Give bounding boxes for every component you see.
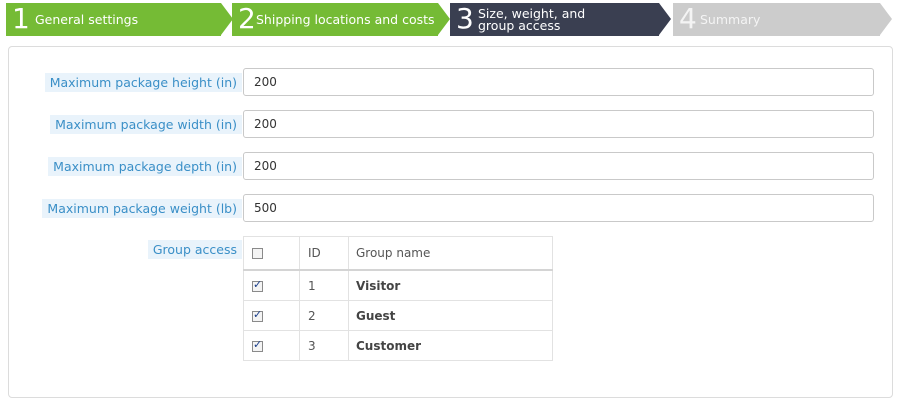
group-name: Customer bbox=[348, 330, 553, 361]
table-row: 2 Guest bbox=[243, 300, 553, 331]
select-all-cell bbox=[243, 236, 300, 271]
group-name: Visitor bbox=[348, 269, 553, 301]
step-number: 4 bbox=[679, 2, 697, 35]
row-checkbox-cell bbox=[243, 300, 300, 331]
row-checkbox[interactable] bbox=[252, 278, 263, 292]
group-id: 1 bbox=[299, 269, 349, 301]
row-checkbox[interactable] bbox=[252, 308, 263, 322]
wizard-steps: 1 General settings 2 Shipping locations … bbox=[6, 2, 896, 36]
form-row-weight: Maximum package weight (lb) 500 bbox=[9, 194, 894, 222]
field-label: Maximum package width (in) bbox=[50, 115, 242, 134]
group-id: 3 bbox=[299, 330, 349, 361]
max-depth-input[interactable]: 200 bbox=[243, 152, 874, 180]
group-access-label: Group access bbox=[147, 240, 242, 259]
wizard-step-4[interactable]: 4 Summary bbox=[673, 2, 880, 36]
wizard-step-3[interactable]: 3 Size, weight, and group access bbox=[450, 2, 659, 36]
select-all-checkbox[interactable] bbox=[252, 248, 263, 259]
step-arrow bbox=[659, 3, 671, 35]
step-label: Size, weight, and group access bbox=[478, 5, 586, 33]
group-name: Guest bbox=[348, 300, 553, 331]
step-number: 2 bbox=[238, 2, 256, 35]
step-number: 3 bbox=[456, 2, 474, 35]
column-header-id[interactable]: ID bbox=[299, 236, 349, 271]
field-label: Maximum package weight (lb) bbox=[42, 199, 242, 218]
form-row-width: Maximum package width (in) 200 bbox=[9, 110, 894, 138]
table-header-row: ID Group name bbox=[243, 236, 553, 271]
max-weight-input[interactable]: 500 bbox=[243, 194, 874, 222]
max-width-input[interactable]: 200 bbox=[243, 110, 874, 138]
field-label: Maximum package height (in) bbox=[44, 73, 242, 92]
table-row: 3 Customer bbox=[243, 330, 553, 361]
row-checkbox-cell bbox=[243, 330, 300, 361]
column-header-group-name[interactable]: Group name bbox=[348, 236, 553, 271]
step-label: Summary bbox=[700, 11, 761, 27]
wizard-step-1[interactable]: 1 General settings bbox=[6, 2, 221, 36]
row-checkbox[interactable] bbox=[252, 338, 263, 352]
form-row-height: Maximum package height (in) 200 bbox=[9, 68, 894, 96]
group-id: 2 bbox=[299, 300, 349, 331]
step-label: Shipping locations and costs bbox=[256, 11, 435, 27]
max-height-input[interactable]: 200 bbox=[243, 68, 874, 96]
step-arrow bbox=[438, 3, 450, 35]
step-arrow bbox=[880, 3, 892, 35]
form-row-depth: Maximum package depth (in) 200 bbox=[9, 152, 894, 180]
row-checkbox-cell bbox=[243, 269, 300, 301]
step-number: 1 bbox=[12, 2, 30, 35]
field-label: Maximum package depth (in) bbox=[48, 157, 242, 176]
group-access-table: ID Group name 1 Visitor 2 Guest 3 Custom… bbox=[243, 236, 553, 361]
wizard-step-2[interactable]: 2 Shipping locations and costs bbox=[232, 2, 438, 36]
settings-panel: Maximum package height (in) 200 Maximum … bbox=[8, 46, 893, 398]
table-row: 1 Visitor bbox=[243, 269, 553, 301]
step-label: General settings bbox=[35, 11, 139, 27]
